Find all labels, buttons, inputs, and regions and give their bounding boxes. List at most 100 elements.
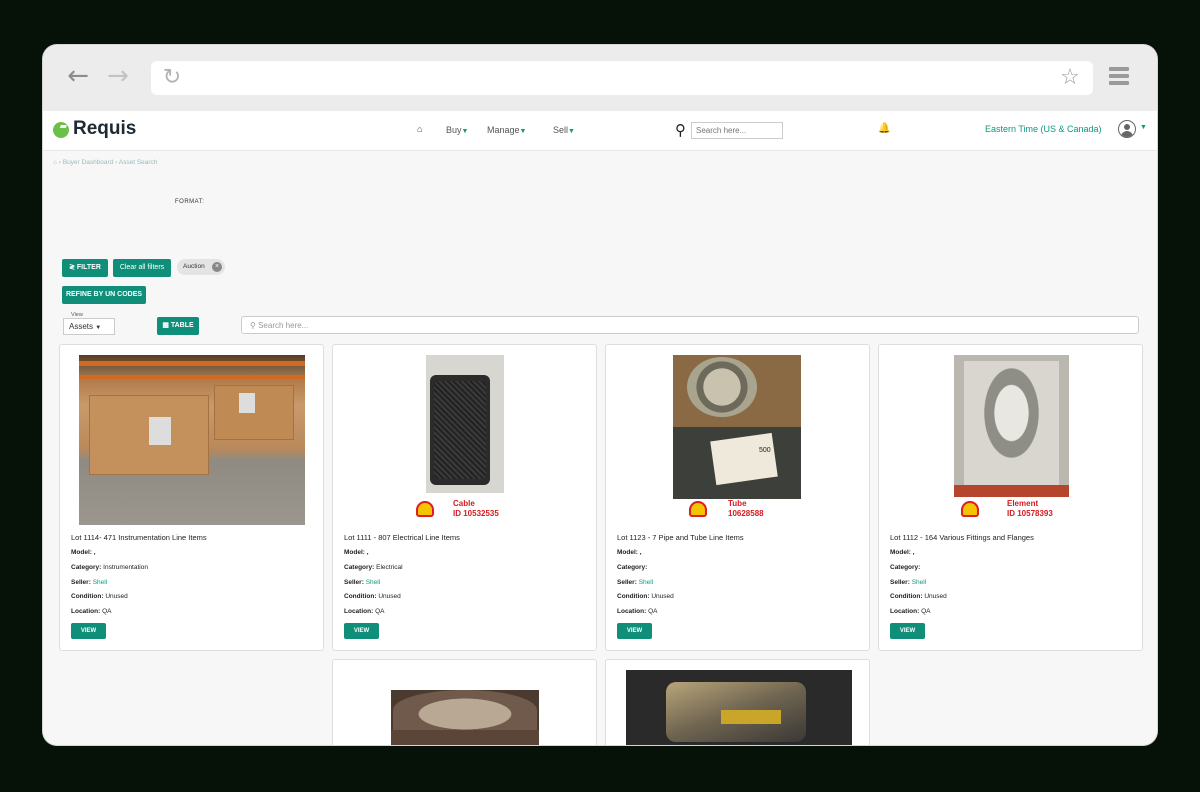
- nav-sell[interactable]: Sell▼: [553, 125, 575, 135]
- search-icon: ⚲: [250, 321, 259, 330]
- view-button[interactable]: VIEW: [617, 623, 652, 639]
- address-bar[interactable]: [151, 61, 1093, 95]
- clear-filters-button[interactable]: Clear all filters: [113, 259, 171, 277]
- format-label: FORMAT:: [175, 199, 205, 205]
- photo-detail: [687, 357, 757, 417]
- requis-logo-icon[interactable]: [53, 122, 69, 138]
- photo-detail: [149, 417, 171, 445]
- web-page: Requis ⌂ Buy▼ Manage▼ Sell▼ ⚲ 🔔 Eastern …: [43, 111, 1157, 745]
- photo-detail: [79, 361, 305, 366]
- asset-photo-tube[interactable]: 500: [673, 355, 801, 499]
- asset-photo-flange[interactable]: [391, 690, 539, 745]
- asset-photo-crates[interactable]: [79, 355, 305, 525]
- card-seller: Seller: Shell: [617, 579, 654, 586]
- browser-toolbar: ← → ↻ ☆: [43, 45, 1157, 111]
- caret-down-icon: ▼: [519, 128, 527, 135]
- item-tag-label: Element: [1007, 499, 1039, 508]
- photo-detail: [954, 485, 1069, 497]
- back-arrow-icon[interactable]: ←: [63, 61, 93, 91]
- card-location: Location: QA: [344, 608, 385, 615]
- item-tag-id: ID 10532535: [453, 509, 499, 518]
- breadcrumb-home-icon[interactable]: ⌂: [53, 159, 57, 166]
- photo-detail: [434, 381, 486, 479]
- card-title[interactable]: Lot 1123 - 7 Pipe and Tube Line Items: [617, 533, 744, 542]
- home-icon[interactable]: ⌂: [417, 124, 422, 134]
- bell-icon[interactable]: 🔔: [878, 123, 890, 134]
- asset-photo-machine[interactable]: [626, 670, 852, 745]
- breadcrumb-buyer-dashboard[interactable]: Buyer Dashboard: [63, 159, 114, 166]
- user-avatar[interactable]: [1118, 120, 1136, 138]
- card-model: Model: ,: [71, 549, 96, 556]
- view-button[interactable]: VIEW: [890, 623, 925, 639]
- photo-tag-label: 500: [759, 447, 771, 454]
- caret-down-icon: ▼: [568, 128, 575, 135]
- filter-button[interactable]: ≷ FILTER: [62, 259, 108, 277]
- refine-un-codes-button[interactable]: REFINE BY UN CODES: [62, 286, 146, 304]
- asset-card: Lot 1114- 471 Instrumentation Line Items…: [59, 344, 324, 651]
- asset-card: Cable ID 10532535 Lot 1111 - 807 Electri…: [332, 344, 597, 651]
- card-condition: Condition: Unused: [71, 593, 128, 600]
- format-chip-auction[interactable]: Auction ×: [177, 259, 225, 275]
- browser-menu-icon[interactable]: [1109, 67, 1129, 88]
- search-icon[interactable]: ⚲: [675, 121, 686, 139]
- card-seller: Seller: Shell: [344, 579, 381, 586]
- card-seller: Seller: Shell: [71, 579, 108, 586]
- caret-down-icon: ▼: [461, 128, 469, 135]
- header-search-input[interactable]: [691, 122, 783, 139]
- card-location: Location: QA: [71, 608, 112, 615]
- card-location: Location: QA: [617, 608, 658, 615]
- select-caret-icon: ▼: [95, 325, 102, 331]
- shell-logo-icon: [689, 501, 707, 517]
- item-tag-id: ID 10578393: [1007, 509, 1053, 518]
- user-menu-caret-icon[interactable]: ▼: [1140, 124, 1147, 131]
- card-seller: Seller: Shell: [890, 579, 927, 586]
- photo-detail: [964, 361, 1059, 491]
- view-select[interactable]: Assets ▼: [63, 318, 115, 335]
- app-logo[interactable]: Requis: [73, 118, 136, 140]
- forward-arrow-icon[interactable]: →: [103, 61, 133, 91]
- browser-window: ← → ↻ ☆ Requis ⌂ Buy▼ Manage▼ Sell▼ ⚲ 🔔 …: [43, 45, 1157, 745]
- card-condition: Condition: Unused: [617, 593, 674, 600]
- asset-photo-cable[interactable]: [426, 355, 504, 493]
- reload-icon[interactable]: ↻: [157, 63, 187, 93]
- photo-detail: [79, 375, 305, 379]
- item-tag-label: Cable: [453, 499, 475, 508]
- card-category: Category:: [890, 564, 921, 571]
- table-view-button[interactable]: ▦ TABLE: [157, 317, 199, 335]
- photo-detail: [239, 393, 255, 413]
- card-location: Location: QA: [890, 608, 931, 615]
- photo-detail: [391, 730, 539, 745]
- card-title[interactable]: Lot 1112 - 164 Various Fittings and Flan…: [890, 533, 1034, 542]
- card-category: Category: Electrical: [344, 564, 403, 571]
- breadcrumb: ⌂ › Buyer Dashboard › Asset Search: [53, 159, 157, 166]
- asset-photo-fitting[interactable]: [954, 355, 1069, 497]
- asset-card: [605, 659, 870, 745]
- asset-card: Element ID 10578393 Lot 1112 - 164 Vario…: [878, 344, 1143, 651]
- card-title[interactable]: Lot 1111 - 807 Electrical Line Items: [344, 533, 460, 542]
- card-category: Category: Instrumentation: [71, 564, 148, 571]
- nav-buy[interactable]: Buy▼: [446, 125, 468, 135]
- card-title[interactable]: Lot 1114- 471 Instrumentation Line Items: [71, 533, 207, 542]
- photo-detail: [721, 710, 781, 724]
- nav-manage[interactable]: Manage▼: [487, 125, 526, 135]
- card-condition: Condition: Unused: [890, 593, 947, 600]
- shell-logo-icon: [416, 501, 434, 517]
- view-button[interactable]: VIEW: [344, 623, 379, 639]
- chip-remove-icon[interactable]: ×: [212, 262, 222, 272]
- card-model: Model: ,: [617, 549, 642, 556]
- asset-card: [332, 659, 597, 745]
- photo-detail: [393, 690, 537, 730]
- item-tag-id: 10628588: [728, 509, 764, 518]
- card-model: Model: ,: [344, 549, 369, 556]
- card-category: Category:: [617, 564, 648, 571]
- bookmark-star-icon[interactable]: ☆: [1055, 63, 1085, 93]
- timezone-selector[interactable]: Eastern Time (US & Canada): [985, 124, 1102, 134]
- card-model: Model: ,: [890, 549, 915, 556]
- asset-search-input[interactable]: ⚲ Search here...: [241, 316, 1139, 334]
- breadcrumb-asset-search: Asset Search: [118, 159, 158, 166]
- shell-logo-icon: [961, 501, 979, 517]
- asset-card: 500 Tube 10628588 Lot 1123 - 7 Pipe and …: [605, 344, 870, 651]
- table-icon: ▦: [162, 322, 171, 329]
- view-button[interactable]: VIEW: [71, 623, 106, 639]
- card-condition: Condition: Unused: [344, 593, 401, 600]
